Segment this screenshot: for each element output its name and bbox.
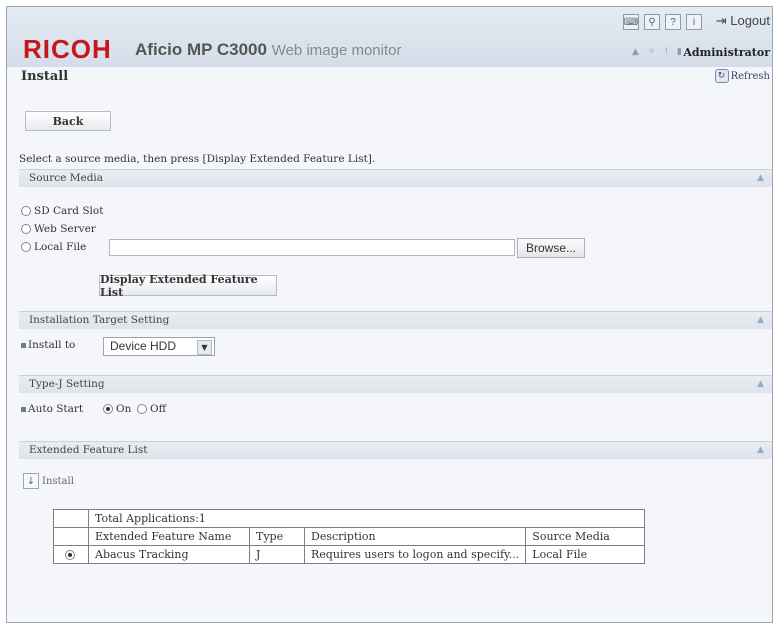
option-label: Web Server [34,223,96,235]
collapse-icon: ▲ [757,173,764,183]
header: ⌨ ⚲ ? i ⇥ Logout RICOH Aficio MP C3000 W… [7,7,772,67]
feature-name: Abacus Tracking [88,545,250,564]
refresh-icon: ↻ [714,69,729,83]
logout-icon: ⇥ [715,13,727,28]
feature-source: Local File [525,545,646,564]
option-label: Local File [34,241,87,253]
radio-icon [137,404,147,414]
download-icon: ↓ [23,473,39,489]
instruction-text: Select a source media, then press [Displ… [19,153,376,165]
radio-auto-start-off[interactable]: Off [137,403,166,415]
browser-frame: ⌨ ⚲ ? i ⇥ Logout RICOH Aficio MP C3000 W… [6,6,773,623]
column-header: Source Media [525,527,646,546]
header-toolbar: ⌨ ⚲ ? i [623,14,702,30]
field-label: Auto Start [28,403,84,415]
install-to-select[interactable]: Device HDD ▼ [103,337,215,356]
collapse-icon: ▲ [757,445,764,455]
alert-status-icon: ! [664,47,669,57]
radio-icon [103,404,113,414]
column-header: Type [249,527,305,546]
network-status-icon: ✧ [647,47,656,57]
info-icon[interactable]: i [686,14,702,30]
back-button[interactable]: Back [25,111,111,131]
section-source-media[interactable]: Source Media ▲ [19,169,772,187]
radio-web-server[interactable]: Web Server [21,223,96,235]
radio-icon [21,224,31,234]
section-installation-target[interactable]: Installation Target Setting ▲ [19,311,772,329]
row-select-radio[interactable] [53,545,89,564]
section-extended-feature-list[interactable]: Extended Feature List ▲ [19,441,772,459]
applications-table: Total Applications:1 Extended Feature Na… [53,509,646,564]
radio-auto-start-on[interactable]: On [103,403,131,415]
section-typej-setting[interactable]: Type-J Setting ▲ [19,375,772,393]
column-header: Extended Feature Name [88,527,250,546]
table-summary-row: Total Applications:1 [53,509,646,528]
section-title: Type-J Setting [29,378,105,390]
table-row[interactable]: Abacus Tracking J Requires users to logo… [53,545,646,564]
display-feature-list-button[interactable]: Display Extended Feature List [99,273,277,299]
radio-icon [64,550,75,560]
logout-label: Logout [730,13,770,28]
collapse-icon: ▲ [757,379,764,389]
option-label: Off [150,403,167,415]
install-to-label: Install to [21,339,75,351]
option-label: SD Card Slot [34,205,104,217]
chevron-down-icon: ▼ [197,340,212,355]
paper-status-icon: ▮ [677,47,682,57]
user-name: Administrator [683,46,770,59]
radio-icon [21,242,31,252]
status-icons: ▲ ✧ ! ▮ [632,47,682,57]
install-label: Install [42,475,74,487]
radio-local-file[interactable]: Local File [21,241,86,253]
browse-button[interactable]: Browse... [517,238,585,258]
collapse-icon: ▲ [757,315,764,325]
table-cell [53,509,89,528]
logout-link[interactable]: ⇥ Logout [716,13,770,29]
section-title: Extended Feature List [29,444,148,456]
keyboard-icon[interactable]: ⌨ [623,14,639,30]
refresh-label: Refresh [730,70,770,82]
page-title: Install [21,69,69,84]
refresh-button[interactable]: ↻ Refresh [714,69,770,83]
option-label: On [116,403,132,415]
ricoh-logo: RICOH [23,34,112,64]
model-label: Aficio MP C3000 [135,40,267,59]
total-applications: Total Applications:1 [87,509,646,528]
table-header-row: Extended Feature Name Type Description S… [53,527,646,546]
bullet-icon [21,342,26,348]
field-label: Install to [28,339,76,351]
radio-sd-card[interactable]: SD Card Slot [21,205,103,217]
app-subtitle: Web image monitor [271,42,402,59]
local-file-input[interactable] [109,239,515,256]
select-value: Device HDD [110,339,177,353]
search-icon[interactable]: ⚲ [644,14,660,30]
column-header: Description [303,527,527,546]
install-button[interactable]: ↓ Install [23,473,74,489]
auto-start-label: Auto Start [21,403,83,415]
bullet-icon [21,406,26,412]
radio-icon [21,206,31,216]
feature-type: J [249,545,305,564]
section-title: Source Media [29,172,104,184]
model-name: Aficio MP C3000 Web image monitor [135,40,401,60]
help-icon[interactable]: ? [665,14,681,30]
section-title: Installation Target Setting [29,314,170,326]
feature-description: Requires users to logon and specify... [303,545,527,564]
table-cell [53,527,89,546]
toner-status-icon: ▲ [631,47,639,57]
